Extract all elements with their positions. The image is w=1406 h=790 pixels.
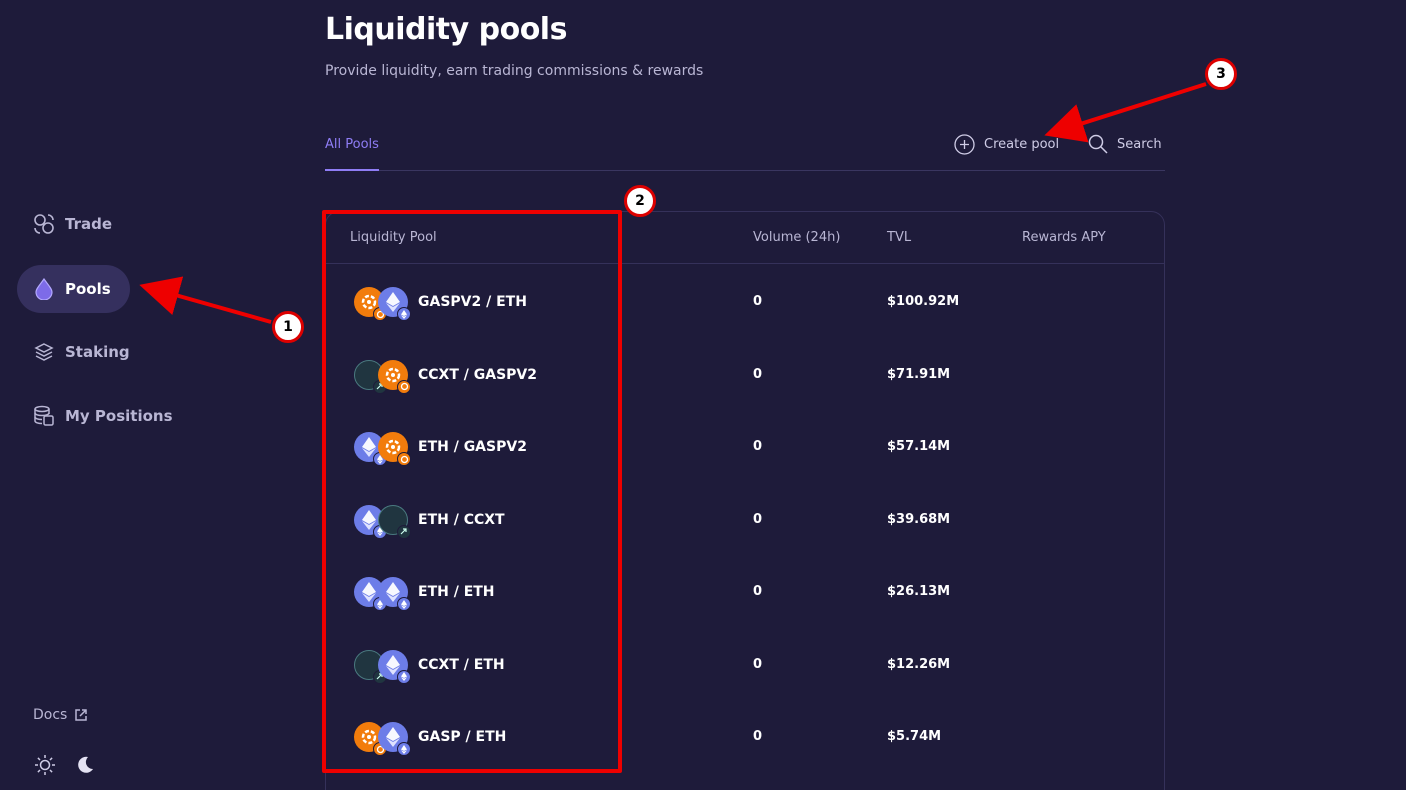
- annotation-marker-3: 3: [1205, 58, 1237, 90]
- annotation-marker-2: 2: [624, 185, 656, 217]
- annotation-arrows: [139, 82, 1207, 324]
- annotation-marker-1: 1: [272, 311, 304, 343]
